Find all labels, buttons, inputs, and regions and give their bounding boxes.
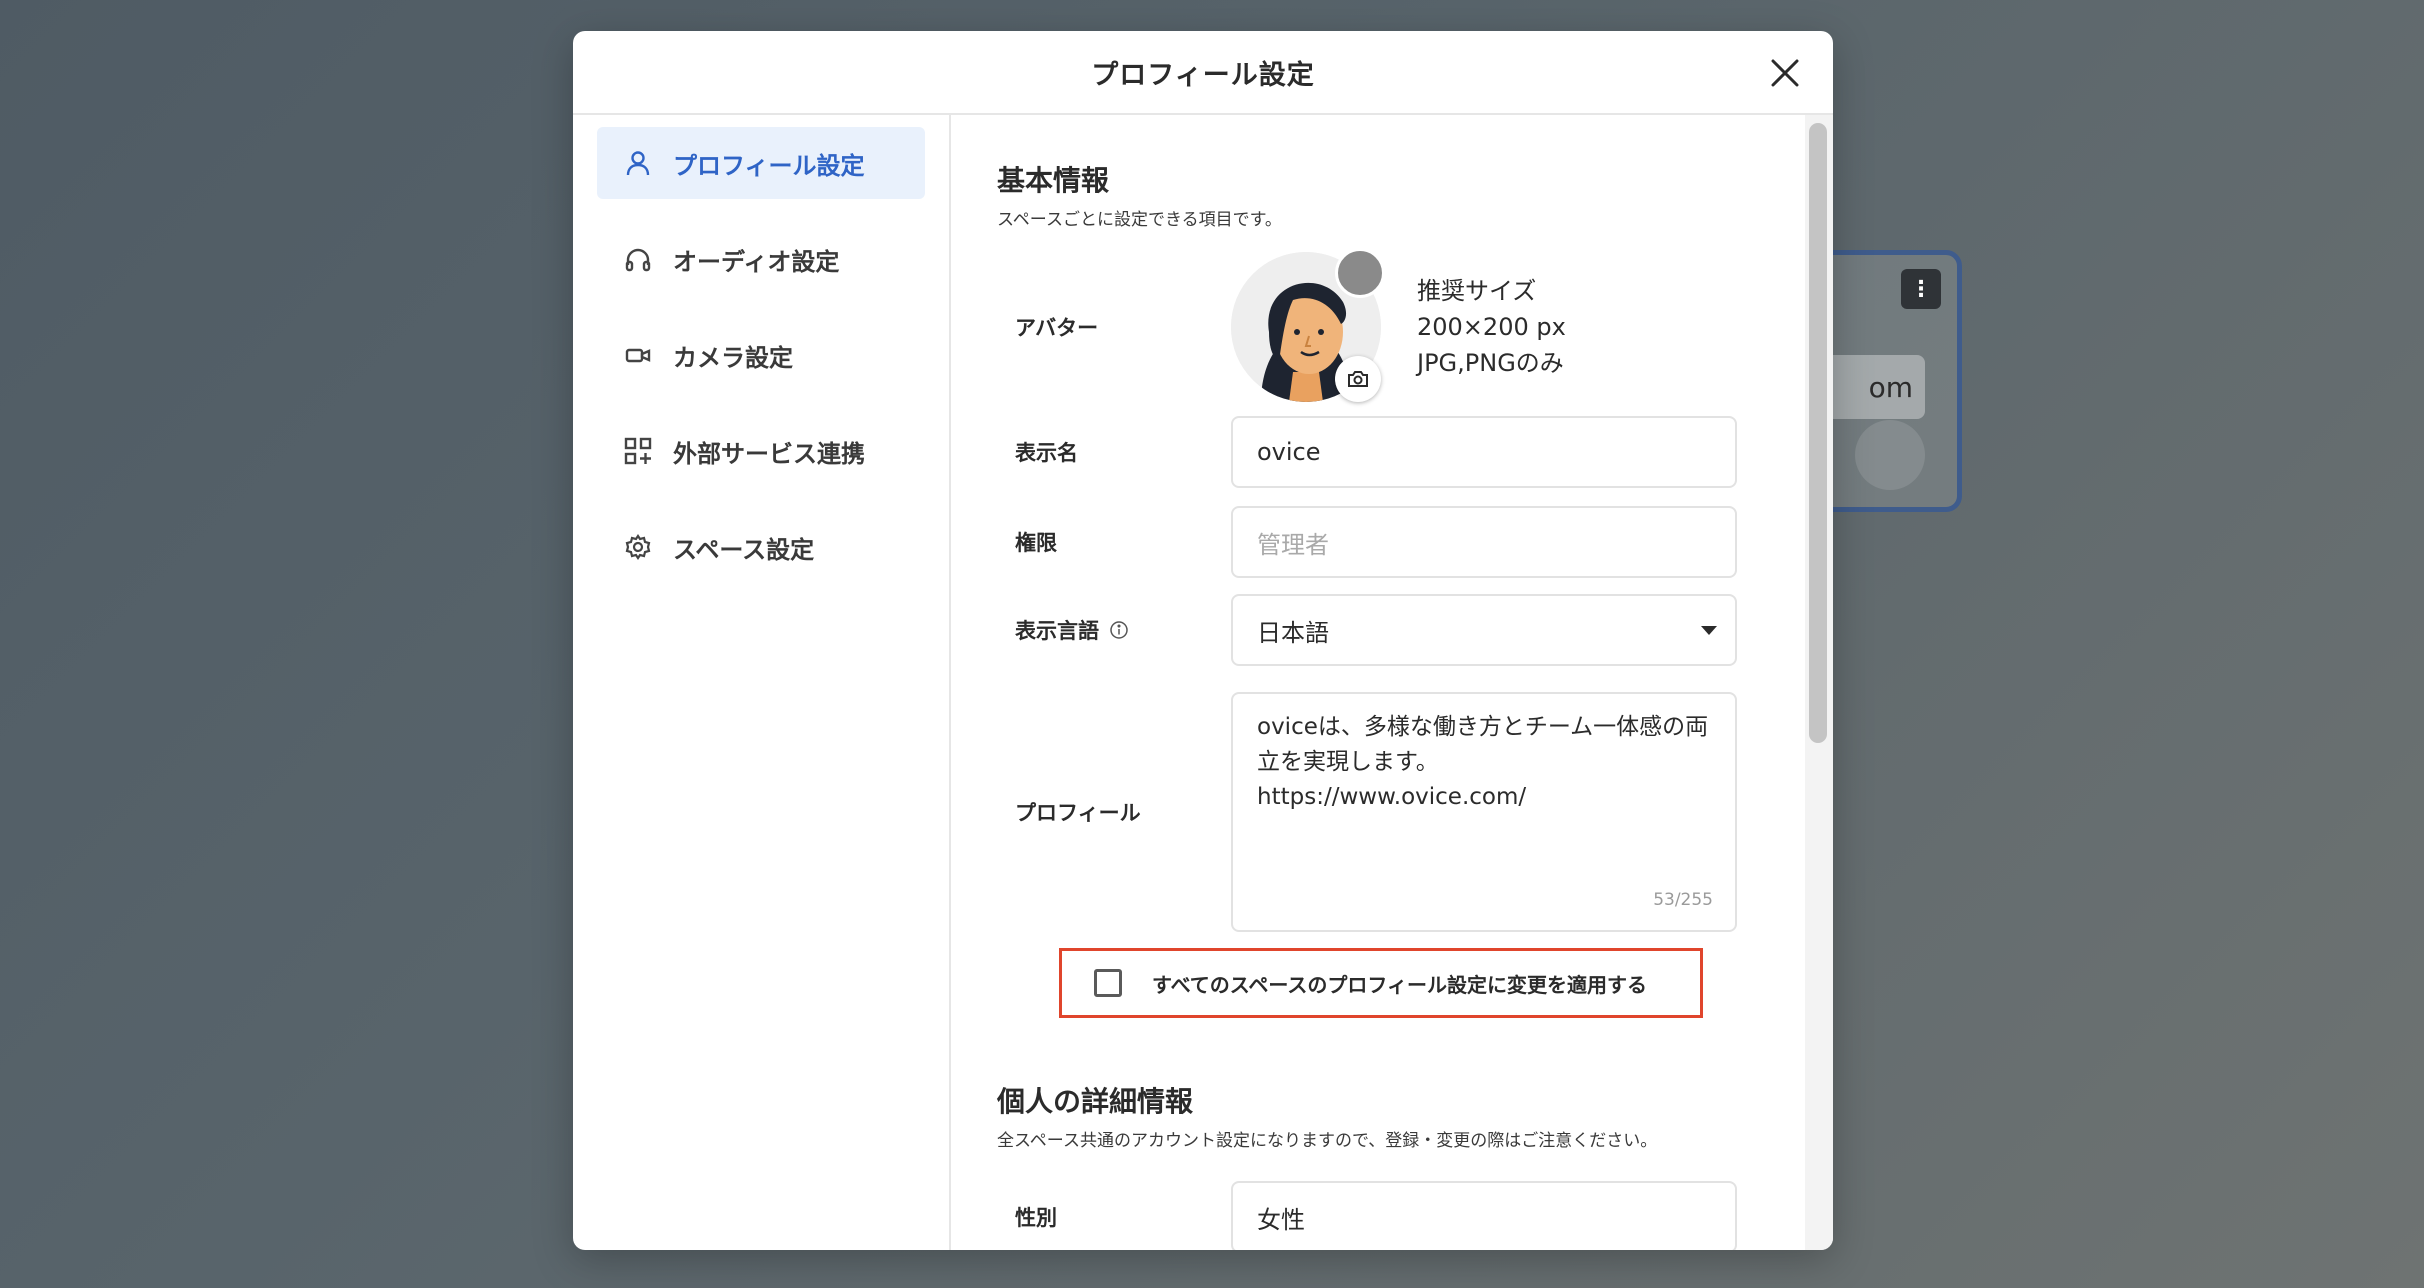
basic-info-title: 基本情報 [997, 164, 1110, 197]
avatar-size-info: 推奨サイズ 200×200 px JPG,PNGのみ [1417, 273, 1566, 381]
profile-textarea[interactable]: oviceは、多様な働き方とチーム一体感の両 立を実現します。 https://… [1231, 692, 1737, 932]
sidebar-item-profile[interactable]: プロフィール設定 [597, 127, 925, 199]
sidebar-item-label: 外部サービス連携 [673, 439, 865, 468]
language-row: 表示言語 日本語 [997, 594, 1757, 666]
profile-settings-modal: プロフィール設定 プロフィール設定 オーディオ設定 カメラ設定 外部サービス連携… [573, 31, 1833, 1250]
avatar-label: アバター [1015, 316, 1099, 340]
caret-down-icon [1701, 626, 1717, 635]
role-label: 権限 [1015, 531, 1057, 555]
settings-sidebar: プロフィール設定 オーディオ設定 カメラ設定 外部サービス連携 スペース設定 [573, 115, 951, 1250]
info-icon[interactable] [1109, 620, 1129, 640]
role-field: 管理者 [1231, 506, 1737, 578]
apply-all-spaces-option[interactable]: すべてのスペースのプロフィール設定に変更を適用する [1059, 948, 1703, 1018]
sidebar-item-camera[interactable]: カメラ設定 [597, 319, 925, 391]
profile-text-line: oviceは、多様な働き方とチーム一体感の両 [1257, 714, 1709, 740]
headphones-icon [623, 244, 653, 274]
sidebar-item-label: スペース設定 [673, 535, 815, 564]
display-name-field[interactable]: ovice [1231, 416, 1737, 488]
scrollbar-track[interactable] [1805, 115, 1833, 1250]
sidebar-item-label: カメラ設定 [673, 343, 793, 372]
language-label: 表示言語 [997, 615, 1231, 645]
user-icon [623, 148, 653, 178]
more-vertical-icon[interactable]: ⋮ [1901, 269, 1941, 309]
language-select-value: 日本語 [1257, 618, 1329, 647]
background-card-avatar [1855, 420, 1925, 490]
profile-text-line: 立を実現します。 [1257, 749, 1439, 775]
sidebar-item-integrations[interactable]: 外部サービス連携 [597, 415, 925, 487]
sidebar-item-label: プロフィール設定 [673, 151, 865, 180]
language-select[interactable]: 日本語 [1231, 594, 1737, 666]
display-name-row: 表示名 ovice [997, 416, 1757, 488]
display-name-label: 表示名 [1015, 441, 1078, 465]
scrollbar-thumb[interactable] [1809, 123, 1827, 743]
profile-row: プロフィール oviceは、多様な働き方とチーム一体感の両 立を実現します。 h… [997, 692, 1757, 932]
apps-add-icon [623, 436, 653, 466]
modal-header: プロフィール設定 [573, 31, 1833, 115]
gender-label: 性別 [1015, 1206, 1057, 1230]
avatar-row: アバター 推奨サイズ 200×200 px JPG,PNGのみ [997, 248, 1757, 402]
profile-label: プロフィール [1015, 801, 1141, 825]
role-row: 権限 管理者 [997, 506, 1757, 578]
apply-all-label: すべてのスペースのプロフィール設定に変更を適用する [1152, 972, 1647, 997]
personal-info-desc: 全スペース共通のアカウント設定になりますので、登録・変更の際はご注意ください。 [997, 1131, 1658, 1151]
close-icon[interactable] [1767, 55, 1803, 91]
gear-icon [623, 532, 653, 562]
sidebar-item-space[interactable]: スペース設定 [597, 511, 925, 583]
avatar-info-line: JPG,PNGのみ [1417, 349, 1564, 377]
personal-info-title: 個人の詳細情報 [997, 1085, 1194, 1118]
language-label-text: 表示言語 [1015, 619, 1099, 643]
video-camera-icon [623, 340, 653, 370]
settings-content: 基本情報 スペースごとに設定できる項目です。 アバター 推奨サイズ 200×20… [951, 115, 1833, 1250]
sidebar-item-label: オーディオ設定 [673, 247, 840, 276]
basic-info-desc: スペースごとに設定できる項目です。 [997, 210, 1282, 230]
gender-row: 性別 女性 [997, 1181, 1757, 1250]
profile-text-line: https://www.ovice.com/ [1257, 784, 1527, 810]
avatar-status-indicator [1335, 248, 1385, 298]
gender-field[interactable]: 女性 [1231, 1181, 1737, 1250]
avatar-info-line: 200×200 px [1417, 313, 1566, 341]
modal-title: プロフィール設定 [1091, 59, 1315, 91]
sidebar-item-audio[interactable]: オーディオ設定 [597, 223, 925, 295]
avatar-info-line: 推奨サイズ [1417, 277, 1537, 305]
character-counter: 53/255 [1653, 890, 1713, 910]
camera-icon[interactable] [1335, 356, 1381, 402]
apply-all-checkbox[interactable] [1094, 969, 1122, 997]
